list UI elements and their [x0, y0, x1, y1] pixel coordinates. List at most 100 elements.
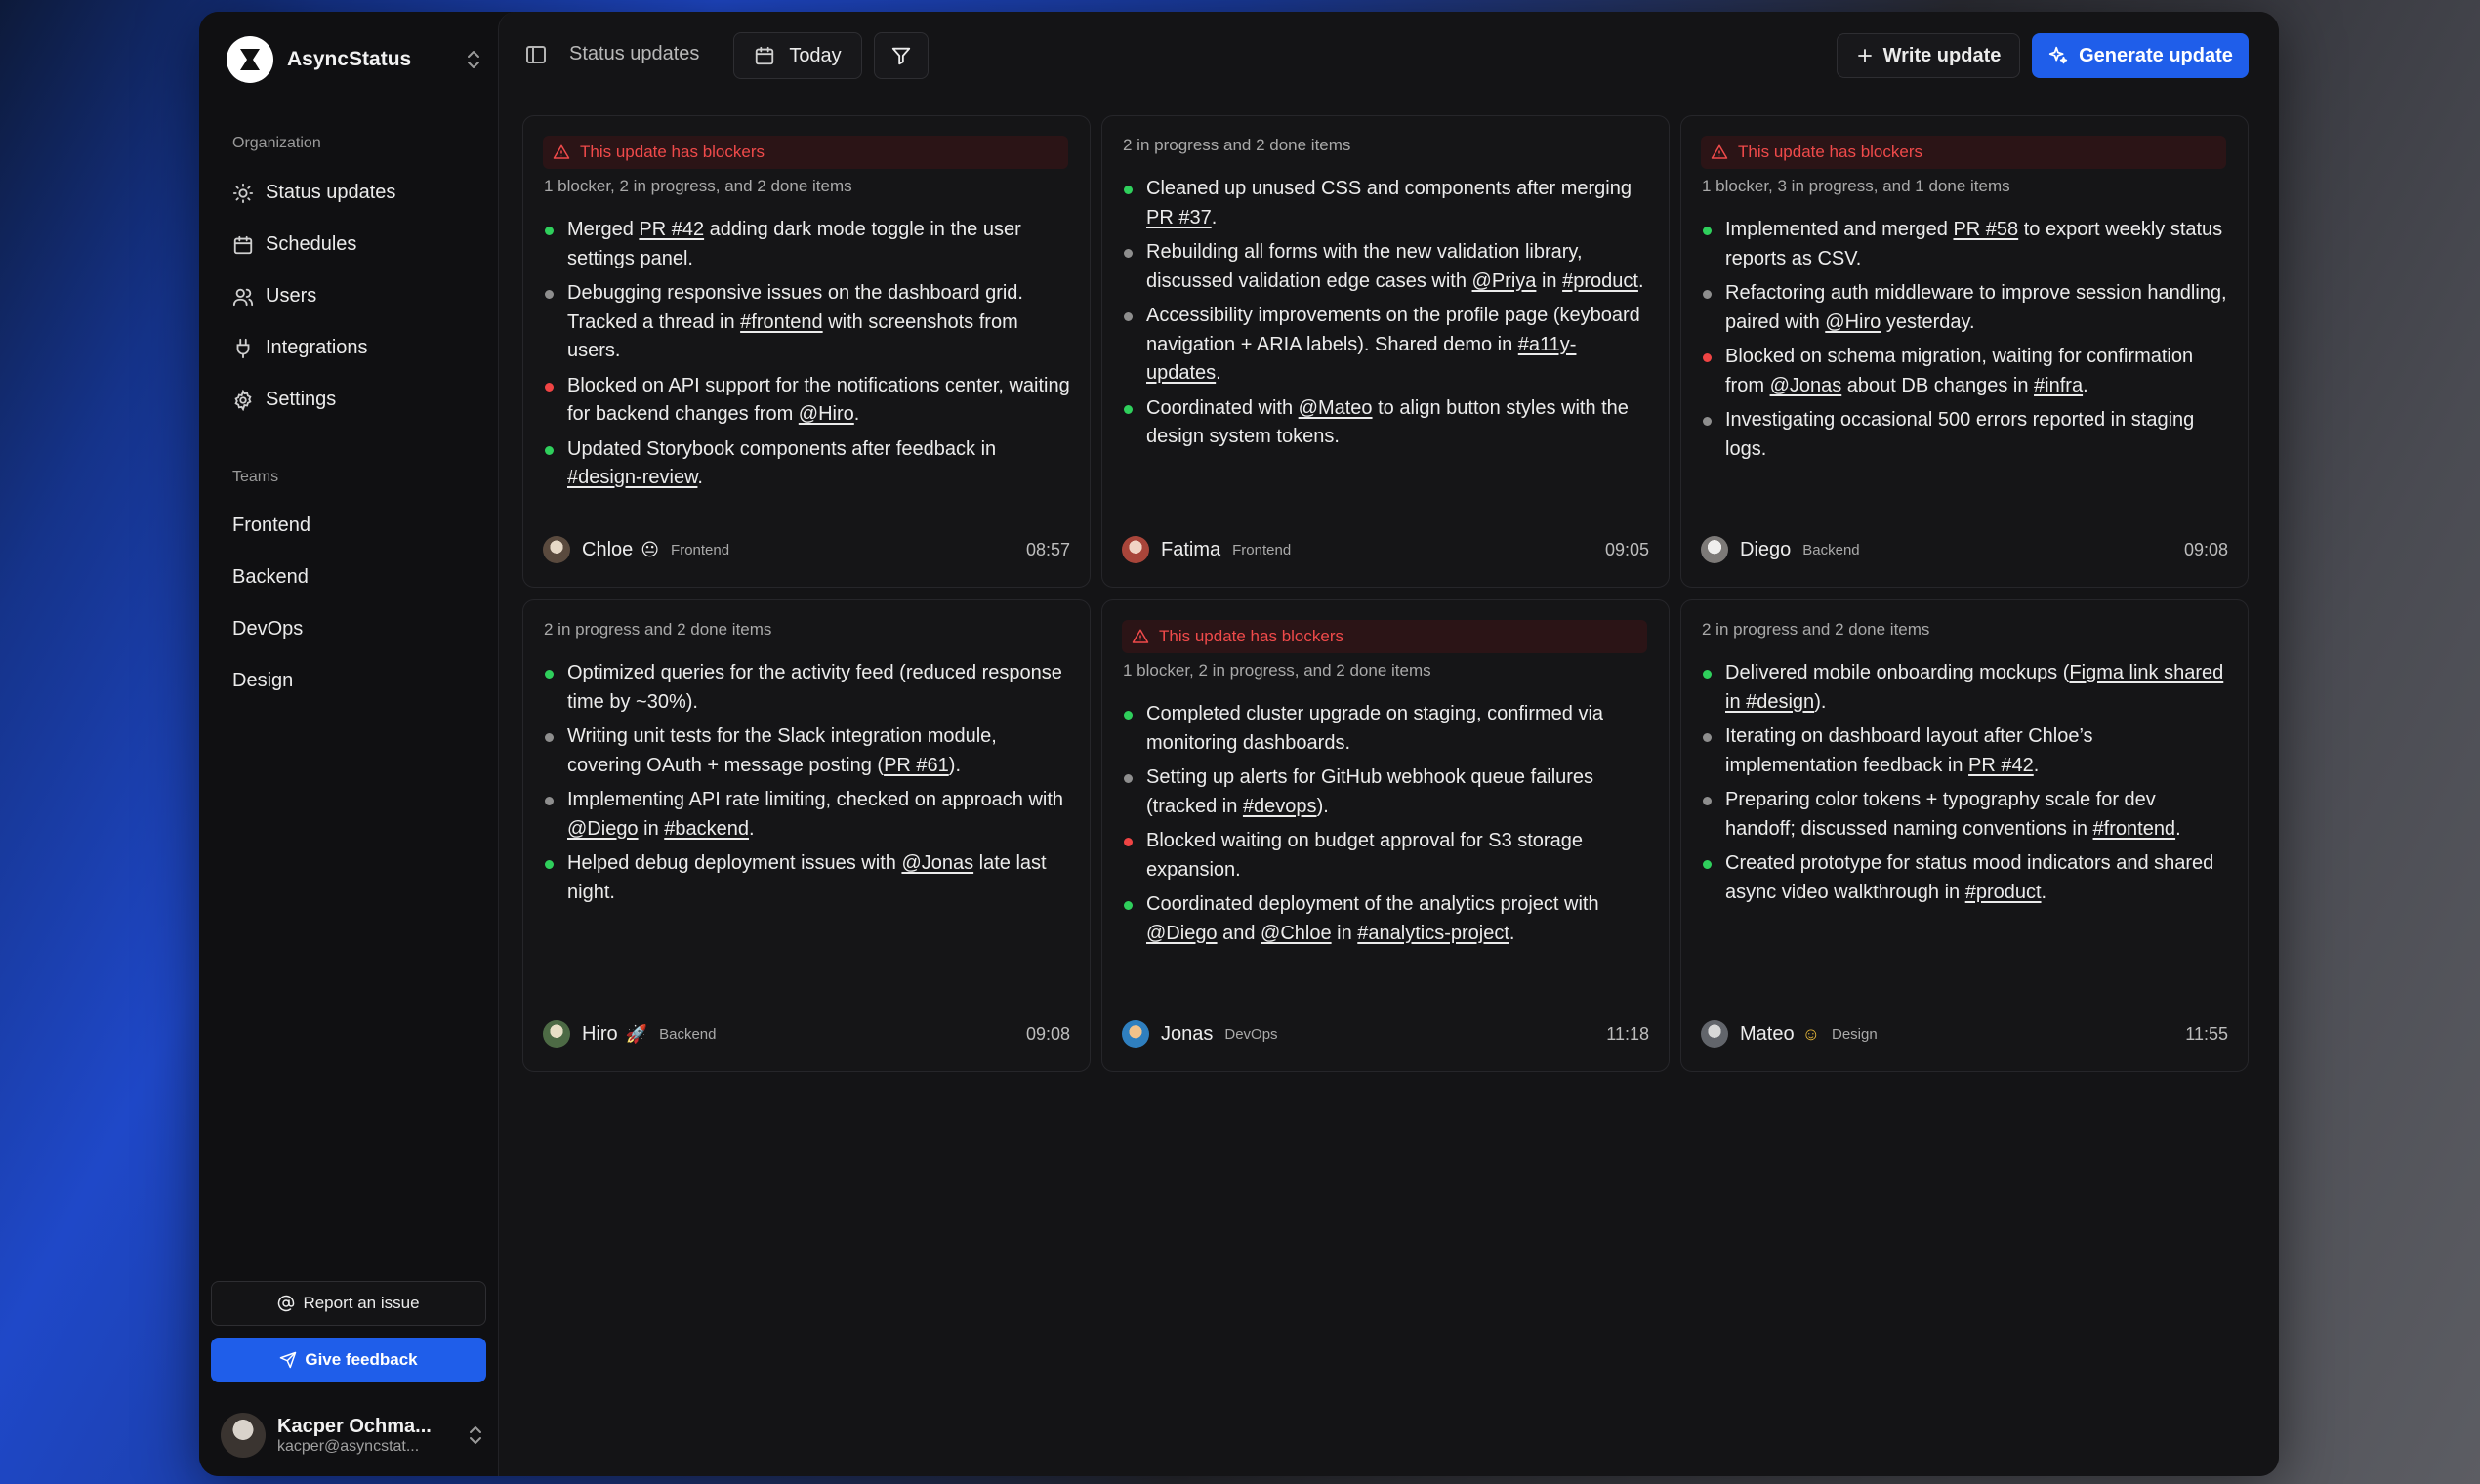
- update-item-progress: Iterating on dashboard layout after Chlo…: [1702, 722, 2229, 780]
- main-panel: Status updates Today Write update Genera…: [498, 12, 2279, 1476]
- nav-status-updates[interactable]: Status updates: [221, 167, 484, 219]
- mention-link[interactable]: PR #58: [1953, 219, 2018, 240]
- team-design[interactable]: Design: [221, 655, 484, 707]
- status-dot: [1703, 733, 1712, 742]
- send-icon: [280, 1351, 297, 1369]
- item-text: ).: [1814, 690, 1827, 713]
- update-item-done: Completed cluster upgrade on staging, co…: [1123, 700, 1650, 758]
- author-name[interactable]: Mateo: [1740, 1023, 1795, 1046]
- chevrons-up-down-icon: [467, 1424, 484, 1446]
- nav-integrations[interactable]: Integrations: [221, 322, 484, 374]
- update-item-progress: Implementing API rate limiting, checked …: [544, 786, 1071, 844]
- status-update-card[interactable]: 2 in progress and 2 done items Delivered …: [1680, 599, 2249, 1072]
- status-dot: [545, 797, 554, 805]
- team-frontend[interactable]: Frontend: [221, 500, 484, 552]
- mention-link[interactable]: #infra: [2034, 375, 2083, 396]
- mention-link[interactable]: @Diego: [567, 818, 639, 840]
- give-feedback-label: Give feedback: [305, 1350, 418, 1369]
- author-name[interactable]: Hiro: [582, 1023, 618, 1046]
- mention-link[interactable]: @Hiro: [1825, 311, 1881, 333]
- mention-link[interactable]: @Jonas: [901, 852, 973, 874]
- status-dot: [545, 227, 554, 235]
- mention-link[interactable]: PR #61: [884, 755, 949, 776]
- nav-settings[interactable]: Settings: [221, 374, 484, 426]
- generate-update-button[interactable]: Generate update: [2032, 33, 2249, 78]
- mention-link[interactable]: #product: [1965, 882, 2042, 903]
- mention-link[interactable]: #design-review: [567, 467, 697, 488]
- nav-schedules[interactable]: Schedules: [221, 219, 484, 270]
- mention-link[interactable]: #product: [1562, 270, 1638, 292]
- item-text: Setting up alerts for GitHub webhook que…: [1146, 766, 1594, 817]
- user-menu[interactable]: Kacper Ochma... kacper@asyncstat...: [221, 1406, 484, 1464]
- update-item-done: Created prototype for status mood indica…: [1702, 849, 2229, 907]
- mention-link[interactable]: PR #42: [639, 219, 704, 240]
- item-text: Helped debug deployment issues with: [567, 852, 902, 874]
- status-dot: [1124, 838, 1133, 846]
- mention-link[interactable]: @Jonas: [1770, 375, 1842, 396]
- status-dot: [545, 290, 554, 299]
- update-item-done: Coordinated deployment of the analytics …: [1123, 890, 1650, 948]
- item-text: and: [1217, 922, 1261, 944]
- date-picker-button[interactable]: Today: [733, 32, 862, 79]
- status-update-card[interactable]: This update has blockers 1 blocker, 2 in …: [522, 115, 1091, 588]
- sidebar-toggle-icon[interactable]: [524, 43, 548, 71]
- mention-link[interactable]: @Mateo: [1299, 397, 1373, 419]
- item-text: .: [1216, 362, 1221, 384]
- workspace-switcher[interactable]: AsyncStatus: [227, 35, 482, 84]
- sparkles-icon: [2048, 46, 2068, 64]
- generate-update-label: Generate update: [2079, 44, 2233, 66]
- users-icon: [232, 288, 254, 306]
- team-tag: Backend: [1802, 541, 1860, 558]
- item-text: Blocked waiting on budget approval for S…: [1146, 830, 1583, 881]
- mention-link[interactable]: @Chloe: [1261, 923, 1332, 944]
- team-devops[interactable]: DevOps: [221, 603, 484, 655]
- update-item-progress: Writing unit tests for the Slack integra…: [544, 722, 1071, 780]
- mention-link[interactable]: @Hiro: [799, 403, 854, 425]
- blocker-banner: This update has blockers: [543, 136, 1068, 169]
- warning-icon: [1711, 144, 1728, 159]
- timestamp: 09:05: [1604, 539, 1649, 559]
- status-dot: [545, 733, 554, 742]
- write-update-label: Write update: [1882, 44, 2002, 66]
- avatar: [543, 536, 570, 563]
- author-name[interactable]: Jonas: [1161, 1023, 1213, 1046]
- mention-link[interactable]: @Diego: [1146, 923, 1218, 944]
- status-update-card[interactable]: This update has blockers 1 blocker, 2 in …: [1101, 599, 1670, 1072]
- author-name[interactable]: Diego: [1740, 539, 1791, 561]
- blocker-banner: This update has blockers: [1701, 136, 2226, 169]
- status-update-card[interactable]: 2 in progress and 2 done items Cleaned up…: [1101, 115, 1670, 588]
- mood-emoji: 😐: [641, 540, 660, 559]
- item-summary: 1 blocker, 2 in progress, and 2 done ite…: [1123, 661, 1431, 680]
- mention-link[interactable]: @Priya: [1472, 270, 1537, 292]
- team-backend[interactable]: Backend: [221, 552, 484, 603]
- mention-link[interactable]: #frontend: [2093, 818, 2176, 840]
- author-name[interactable]: Chloe: [582, 539, 633, 561]
- mention-link[interactable]: PR #37: [1146, 207, 1212, 228]
- filter-button[interactable]: [874, 32, 929, 79]
- page-title: Status updates: [569, 43, 700, 64]
- filter-icon: [891, 47, 911, 65]
- write-update-button[interactable]: Write update: [1837, 33, 2020, 78]
- nav-label: Schedules: [266, 233, 357, 255]
- report-issue-label: Report an issue: [303, 1294, 420, 1312]
- mood-emoji: 🚀: [625, 1024, 648, 1044]
- item-summary: 2 in progress and 2 done items: [1702, 620, 1930, 639]
- give-feedback-button[interactable]: Give feedback: [211, 1338, 486, 1382]
- mention-link[interactable]: #frontend: [740, 311, 823, 333]
- item-text: ).: [1316, 795, 1329, 817]
- item-summary: 1 blocker, 2 in progress, and 2 done ite…: [544, 177, 852, 195]
- app-logo-icon: [227, 36, 273, 83]
- author-name[interactable]: Fatima: [1161, 539, 1220, 561]
- calendar-icon: [756, 46, 774, 65]
- status-update-card[interactable]: This update has blockers 1 blocker, 3 in …: [1680, 115, 2249, 588]
- mention-link[interactable]: #backend: [664, 818, 749, 840]
- nav-users[interactable]: Users: [221, 270, 484, 322]
- mention-link[interactable]: #analytics-project: [1357, 923, 1509, 944]
- status-dot: [1124, 901, 1133, 910]
- report-issue-button[interactable]: Report an issue: [211, 1281, 486, 1326]
- app-window: AsyncStatus Organization Status updates …: [199, 12, 2279, 1476]
- update-item-progress: Accessibility improvements on the profil…: [1123, 302, 1650, 389]
- status-update-card[interactable]: 2 in progress and 2 done items Optimized …: [522, 599, 1091, 1072]
- mention-link[interactable]: PR #42: [1968, 755, 2034, 776]
- mention-link[interactable]: #devops: [1243, 796, 1317, 817]
